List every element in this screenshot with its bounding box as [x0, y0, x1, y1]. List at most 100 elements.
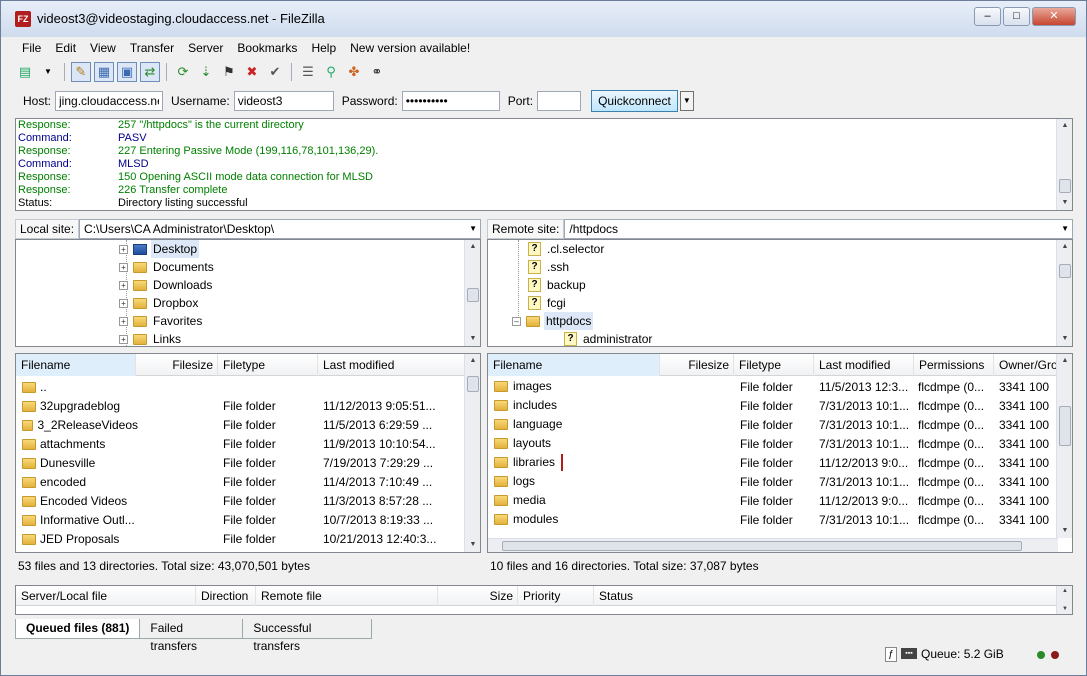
scroll-thumb[interactable]: [502, 541, 1022, 551]
remote-file-list[interactable]: Filename Filesize Filetype Last modified…: [487, 353, 1073, 553]
scroll-down-icon[interactable]: ▼: [1057, 196, 1072, 210]
remote-path-input[interactable]: /httpdocs ▼: [564, 219, 1073, 239]
tree-item[interactable]: – httpdocs: [512, 312, 594, 330]
maximize-button[interactable]: □: [1003, 7, 1030, 26]
scroll-up-icon[interactable]: ▲: [465, 240, 480, 254]
menu-file[interactable]: File: [15, 39, 48, 57]
local-directory-tree[interactable]: + Desktop + Documents + Downloads + Dropbox + Fav…: [15, 239, 481, 347]
table-row[interactable]: encoded File folder 11/4/2013 7:10:49 ...: [16, 473, 480, 492]
remote-tree-scrollbar[interactable]: ▲ ▼: [1056, 240, 1072, 346]
column-filename[interactable]: Filename: [488, 354, 660, 376]
scroll-down-icon[interactable]: ▼: [1057, 524, 1072, 538]
quickconnect-button[interactable]: Quickconnect: [591, 90, 678, 112]
tree-item[interactable]: + Desktop: [119, 240, 200, 258]
table-row[interactable]: libraries File folder 11/12/2013 9:0... flc…: [488, 454, 1072, 473]
table-row[interactable]: JED Proposals File folder 10/21/2013 12:40…: [16, 530, 480, 549]
expand-icon[interactable]: +: [119, 316, 128, 326]
tree-item[interactable]: ? administrator: [548, 330, 654, 346]
expand-icon[interactable]: +: [119, 334, 128, 344]
tree-item[interactable]: ? backup: [512, 276, 588, 294]
log-scrollbar[interactable]: ▲ ▼: [1056, 119, 1072, 210]
username-input[interactable]: [233, 91, 334, 111]
tree-item[interactable]: + Documents: [119, 258, 216, 276]
remote-directory-tree[interactable]: ? .cl.selector? .ssh? backup? fcgi – httpdocs?…: [487, 239, 1073, 347]
tab-queued-files[interactable]: Queued files (881): [15, 619, 141, 639]
column-status[interactable]: Status: [594, 586, 1054, 606]
search-remote-icon[interactable]: ⚭: [367, 62, 387, 82]
scroll-up-icon[interactable]: ▲: [1057, 354, 1072, 368]
scroll-down-icon[interactable]: ▼: [465, 538, 480, 552]
scroll-down-icon[interactable]: ▼: [1057, 332, 1072, 346]
cancel-operation-icon[interactable]: ⚑: [219, 62, 239, 82]
close-button[interactable]: ✕: [1032, 7, 1076, 26]
site-manager-icon[interactable]: ▤: [15, 62, 35, 82]
scroll-up-icon[interactable]: ▲: [1057, 119, 1072, 133]
local-path-input[interactable]: C:\Users\CA Administrator\Desktop\ ▼: [79, 219, 481, 239]
chevron-down-icon[interactable]: ▼: [1061, 220, 1069, 238]
menu-bookmarks[interactable]: Bookmarks: [230, 39, 304, 57]
transfer-queue[interactable]: Server/Local file Direction Remote file …: [15, 585, 1073, 615]
table-row[interactable]: Informative Outl... File folder 10/7/2013 …: [16, 511, 480, 530]
tree-item[interactable]: + Dropbox: [119, 294, 200, 312]
column-size[interactable]: Size: [438, 586, 518, 606]
tree-item[interactable]: + Favorites: [119, 312, 204, 330]
scroll-thumb[interactable]: [1059, 264, 1071, 278]
expand-icon[interactable]: +: [119, 244, 128, 254]
column-priority[interactable]: Priority: [518, 586, 594, 606]
scroll-up-icon[interactable]: ▲: [1057, 586, 1072, 596]
table-row[interactable]: logs File folder 7/31/2013 10:1... flcdmpe …: [488, 473, 1072, 492]
disconnect-icon[interactable]: ✖: [242, 62, 262, 82]
menu-new-version[interactable]: New version available!: [343, 39, 477, 57]
menu-view[interactable]: View: [83, 39, 123, 57]
password-input[interactable]: [401, 91, 500, 111]
tab-successful-transfers[interactable]: Successful transfers: [242, 619, 373, 653]
table-row[interactable]: includes File folder 7/31/2013 10:1... flcd…: [488, 397, 1072, 416]
toggle-remote-tree-icon[interactable]: ▣: [117, 62, 137, 82]
column-filesize[interactable]: Filesize: [136, 354, 218, 376]
port-input[interactable]: [537, 91, 582, 111]
process-queue-icon[interactable]: ⇣: [196, 62, 216, 82]
remote-files-scrollbar[interactable]: ▲ ▼: [1056, 354, 1072, 538]
local-file-list[interactable]: Filename Filesize Filetype Last modified…: [15, 353, 481, 553]
refresh-icon[interactable]: ⟳: [173, 62, 193, 82]
column-filetype[interactable]: Filetype: [734, 354, 814, 376]
tab-failed-transfers[interactable]: Failed transfers: [139, 619, 244, 653]
column-filesize[interactable]: Filesize: [660, 354, 734, 376]
chevron-down-icon[interactable]: ▼: [469, 220, 477, 238]
table-row[interactable]: Dunesville File folder 7/19/2013 7:29:29 .…: [16, 454, 480, 473]
expand-icon[interactable]: +: [119, 280, 128, 290]
column-filetype[interactable]: Filetype: [218, 354, 318, 376]
menu-edit[interactable]: Edit: [48, 39, 83, 57]
queue-scrollbar[interactable]: ▲ ▼: [1056, 586, 1072, 614]
table-row[interactable]: ..: [16, 378, 480, 397]
column-owner-group[interactable]: Owner/Gro: [994, 354, 1058, 376]
quickconnect-dropdown-icon[interactable]: ▼: [679, 91, 694, 111]
reconnect-icon[interactable]: ✔: [265, 62, 285, 82]
directory-filter-icon[interactable]: ☰: [298, 62, 318, 82]
table-row[interactable]: layouts File folder 7/31/2013 10:1... flcdm…: [488, 435, 1072, 454]
table-row[interactable]: language File folder 7/31/2013 10:1... flcd…: [488, 416, 1072, 435]
menu-transfer[interactable]: Transfer: [123, 39, 181, 57]
scroll-up-icon[interactable]: ▲: [465, 354, 480, 368]
column-server-local-file[interactable]: Server/Local file: [16, 586, 196, 606]
remote-files-hscrollbar[interactable]: [488, 538, 1058, 552]
message-log[interactable]: Response: 257 "/httpdocs" is the current …: [15, 118, 1073, 211]
tree-item[interactable]: + Links: [119, 330, 183, 346]
toggle-queue-icon[interactable]: ⇄: [140, 62, 160, 82]
menu-server[interactable]: Server: [181, 39, 230, 57]
column-last-modified[interactable]: Last modified: [814, 354, 914, 376]
dir-compare-icon[interactable]: ✤: [344, 62, 364, 82]
scroll-thumb[interactable]: [467, 376, 479, 392]
table-row[interactable]: modules File folder 7/31/2013 10:1... flcdm…: [488, 511, 1072, 530]
table-row[interactable]: 3_2ReleaseVideos File folder 11/5/2013 6:2…: [16, 416, 480, 435]
local-files-scrollbar[interactable]: ▲ ▼: [464, 354, 480, 552]
tree-item[interactable]: + Downloads: [119, 276, 214, 294]
toggle-local-tree-icon[interactable]: ▦: [94, 62, 114, 82]
column-filename[interactable]: Filename: [16, 354, 136, 376]
column-remote-file[interactable]: Remote file: [256, 586, 438, 606]
tree-item[interactable]: ? fcgi: [512, 294, 568, 312]
host-input[interactable]: [55, 91, 164, 111]
column-direction[interactable]: Direction: [196, 586, 256, 606]
scroll-up-icon[interactable]: ▲: [1057, 240, 1072, 254]
menu-help[interactable]: Help: [304, 39, 343, 57]
